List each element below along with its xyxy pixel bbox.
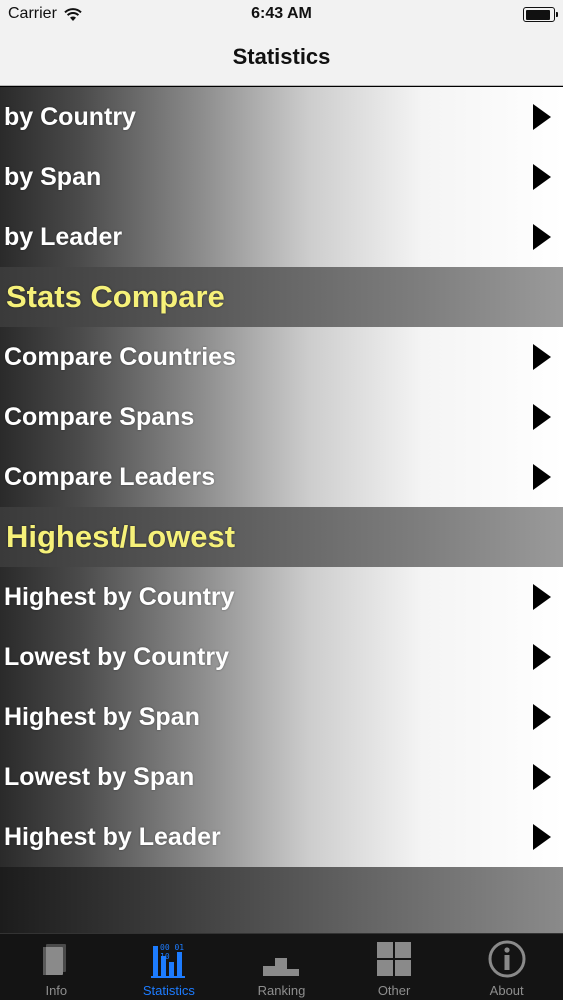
tab-statistics[interactable]: 00 01 10 Statistics — [113, 934, 226, 1000]
chevron-right-icon — [533, 344, 551, 370]
chevron-right-icon — [533, 644, 551, 670]
book-icon — [43, 944, 67, 975]
tab-bar: Info 00 01 10 Statistics Ranking Other A… — [0, 933, 563, 1000]
menu-item-highest-by-span[interactable]: Highest by Span — [0, 687, 563, 747]
status-time: 6:43 AM — [251, 5, 312, 22]
menu-item-label: Compare Countries — [4, 342, 236, 371]
menu-item-label: Compare Leaders — [4, 462, 216, 491]
chevron-right-icon — [533, 104, 551, 130]
chevron-right-icon — [533, 404, 551, 430]
chevron-right-icon — [533, 584, 551, 610]
menu-item-compare-countries[interactable]: Compare Countries — [0, 327, 563, 387]
page-title: Statistics — [232, 44, 331, 69]
menu-item-lowest-by-country[interactable]: Lowest by Country — [0, 627, 563, 687]
menu-item-label: Lowest by Span — [4, 762, 195, 791]
chevron-right-icon — [533, 704, 551, 730]
tab-about[interactable]: About — [450, 934, 563, 1000]
menu-item-by-leader[interactable]: by Leader — [0, 207, 563, 267]
section-header-stats-compare: Stats Compare — [0, 267, 563, 327]
statistics-screen: Carrier 6:43 AM Statistics by Country by… — [0, 0, 563, 1000]
tab-ranking[interactable]: Ranking — [225, 934, 338, 1000]
statistics-list: by Country by Span by Leader Stats Compa… — [0, 87, 563, 933]
chevron-right-icon — [533, 464, 551, 490]
menu-item-label: by Country — [4, 102, 136, 131]
menu-item-label: Lowest by Country — [4, 642, 230, 671]
navigation-bar: Statistics — [0, 28, 563, 86]
menu-item-highest-by-country[interactable]: Highest by Country — [0, 567, 563, 627]
menu-item-label: Highest by Span — [4, 702, 200, 731]
svg-text:10: 10 — [160, 952, 170, 961]
grid-icon — [377, 942, 412, 976]
chevron-right-icon — [533, 824, 551, 850]
tab-label: Ranking — [257, 983, 306, 998]
menu-item-label: by Leader — [4, 222, 123, 251]
section-title: Stats Compare — [6, 279, 225, 314]
tab-other[interactable]: Other — [338, 934, 451, 1000]
menu-item-by-country[interactable]: by Country — [0, 87, 563, 147]
menu-item-compare-spans[interactable]: Compare Spans — [0, 387, 563, 447]
podium-icon — [263, 958, 300, 976]
svg-text:00 01: 00 01 — [160, 943, 184, 952]
tab-label: Other — [377, 983, 411, 998]
menu-item-highest-by-leader[interactable]: Highest by Leader — [0, 807, 563, 867]
battery-icon — [523, 7, 558, 22]
tab-label: Info — [45, 983, 68, 998]
section-header-highest-lowest: Highest/Lowest — [0, 507, 563, 567]
menu-item-label: by Span — [4, 162, 102, 191]
battery-fill — [525, 9, 551, 20]
tab-info[interactable]: Info — [0, 934, 113, 1000]
menu-item-label: Compare Spans — [4, 402, 195, 431]
menu-item-label: Highest by Leader — [4, 822, 221, 851]
menu-item-lowest-by-span[interactable]: Lowest by Span — [0, 747, 563, 807]
statistics-icon: 00 01 10 — [150, 943, 185, 978]
tab-label: About — [489, 983, 524, 998]
section-title: Highest/Lowest — [6, 519, 236, 554]
chevron-right-icon — [533, 764, 551, 790]
chevron-right-icon — [533, 164, 551, 190]
list-footer-area — [0, 867, 563, 933]
tab-label: Statistics — [142, 983, 195, 998]
menu-item-by-span[interactable]: by Span — [0, 147, 563, 207]
status-bar: Carrier 6:43 AM — [0, 0, 563, 28]
menu-item-label: Highest by Country — [4, 582, 235, 611]
info-icon — [488, 940, 526, 978]
menu-item-compare-leaders[interactable]: Compare Leaders — [0, 447, 563, 507]
chevron-right-icon — [533, 224, 551, 250]
